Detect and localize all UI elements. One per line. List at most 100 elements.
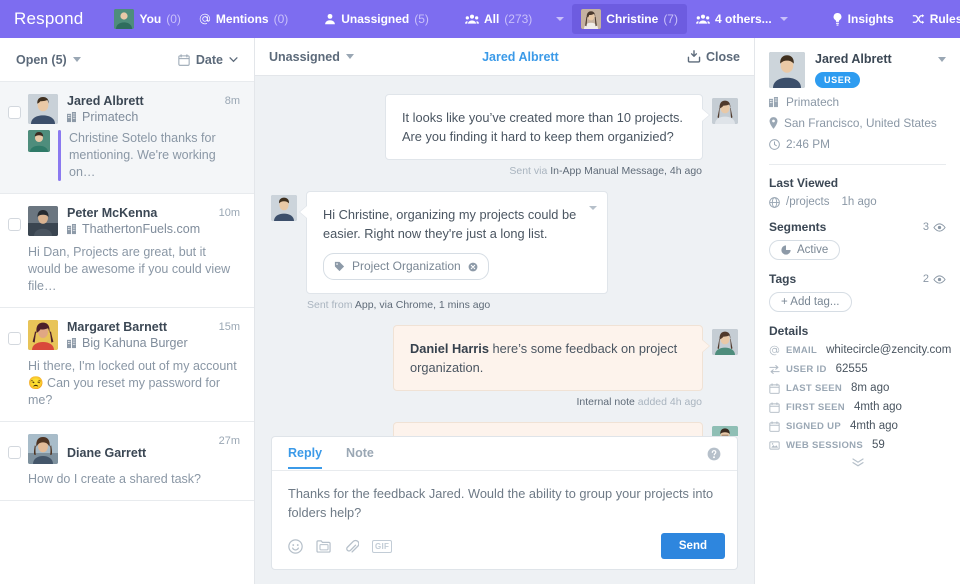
message-meta: Internal note added 4h ago	[271, 396, 738, 408]
select-checkbox[interactable]	[8, 218, 21, 231]
avatar	[28, 206, 58, 236]
detail-row-last-seen: LAST SEEN 8m ago	[769, 382, 946, 394]
contact-header: Jared Albrett USER	[769, 52, 946, 88]
chevron-down-icon[interactable]	[780, 17, 788, 21]
attachment-icon[interactable]	[345, 539, 359, 554]
nav-label: Mentions	[216, 12, 269, 26]
chevron-down-icon[interactable]	[556, 17, 564, 21]
nav-count: (5)	[414, 12, 429, 26]
detail-row-first-seen: FIRST SEEN 4mth ago	[769, 401, 946, 413]
gif-icon[interactable]: GIF	[372, 540, 392, 553]
message-text: Hi Christine, organizing my projects cou…	[323, 207, 576, 241]
select-checkbox[interactable]	[8, 332, 21, 345]
nav-count: (0)	[274, 12, 289, 26]
contact-name: Diane Garrett	[67, 446, 213, 461]
location-pin-icon	[769, 117, 778, 129]
contact-identity: Jared Albrett USER	[815, 52, 946, 88]
nav-label: You	[139, 12, 161, 26]
nav-label: All	[484, 12, 499, 26]
add-tag-button[interactable]: + Add tag...	[769, 292, 852, 312]
tags-count-group[interactable]: 2	[923, 273, 946, 285]
chevron-down-icon	[73, 57, 81, 62]
nav-item-insights[interactable]: Insights	[823, 7, 903, 31]
emoji-icon[interactable]	[288, 539, 303, 554]
list-item-names: Diane Garrett	[67, 434, 213, 461]
contact-name: Peter McKenna	[67, 206, 213, 221]
chevron-down-icon[interactable]	[938, 57, 946, 62]
app-brand: Respond	[14, 9, 83, 29]
tags-count: 2	[923, 273, 929, 285]
composer-tabs: Reply Note	[272, 437, 737, 471]
tab-note[interactable]: Note	[346, 438, 374, 469]
message-thread[interactable]: It looks like you’ve created more than 1…	[255, 76, 754, 436]
segment-pill-active[interactable]: Active	[769, 240, 840, 260]
detail-label: LAST SEEN	[786, 383, 842, 394]
calendar-icon	[769, 421, 780, 432]
list-item[interactable]: Margaret Barnett Big Kahuna Burger 15m	[0, 308, 254, 422]
nav-item-christine[interactable]: Christine (7)	[572, 4, 687, 34]
preview-text: Christine Sotelo thanks for mentioning. …	[69, 130, 240, 181]
nav-item-you[interactable]: You (0)	[105, 4, 189, 34]
status-filter-dropdown[interactable]: Open (5)	[16, 53, 81, 67]
chevron-down-icon[interactable]	[589, 206, 597, 210]
internal-note-bubble: Daniel Harris here’s some feedback on pr…	[393, 325, 703, 391]
company-icon	[67, 112, 78, 123]
preview-text: Hi there, I'm locked out of my account 😒…	[28, 358, 240, 409]
select-checkbox[interactable]	[8, 446, 21, 459]
detail-label: FIRST SEEN	[786, 402, 845, 413]
avatar	[271, 195, 297, 221]
avatar	[581, 9, 601, 29]
conversation-list[interactable]: Jared Albrett Primatech 8m	[0, 82, 254, 584]
tag-pill[interactable]: Project Organization	[323, 253, 489, 280]
note-author: Daniel Harris	[410, 341, 489, 356]
contact-company: ThathertonFuels.com	[67, 221, 213, 237]
reply-textarea[interactable]: Thanks for the feedback Jared. Would the…	[272, 471, 737, 525]
help-icon[interactable]	[707, 447, 721, 461]
detail-label: USER ID	[786, 364, 827, 375]
quote-marker	[58, 130, 61, 181]
avatar	[712, 426, 738, 436]
at-icon	[769, 345, 780, 356]
list-item-names: Jared Albrett Primatech	[67, 94, 219, 125]
segments-count-group[interactable]: 3	[923, 221, 946, 233]
meta-rest: added 4h ago	[638, 396, 702, 408]
select-checkbox[interactable]	[8, 106, 21, 119]
timestamp: 8m	[225, 94, 240, 107]
list-item[interactable]: Diane Garrett 27m How do I create a shar…	[0, 422, 254, 501]
meta-rest: In-App Manual Message, 4h ago	[550, 165, 702, 177]
eye-icon	[933, 223, 946, 232]
nav-item-all[interactable]: All (273)	[456, 7, 541, 31]
send-button[interactable]: Send	[661, 533, 725, 559]
saved-reply-icon[interactable]	[316, 539, 332, 553]
bubble-tail	[702, 340, 709, 352]
meta-rest: App, via Chrome, 1 mins ago	[355, 299, 490, 311]
detail-value: 62555	[836, 363, 868, 375]
user-type-badge: USER	[815, 72, 860, 88]
calendar-icon	[769, 383, 780, 394]
expand-details-button[interactable]	[769, 458, 946, 467]
segment-icon	[781, 245, 791, 255]
section-title: Tags	[769, 272, 796, 286]
sort-dropdown[interactable]: Date	[178, 53, 238, 67]
tab-reply[interactable]: Reply	[288, 438, 322, 469]
list-item-header: Diane Garrett 27m	[28, 434, 240, 464]
list-item[interactable]: Jared Albrett Primatech 8m	[0, 82, 254, 194]
nav-item-rules[interactable]: Rules	[903, 7, 960, 31]
meta-prefix: Sent from	[307, 299, 353, 311]
last-viewed-ago: 1h ago	[841, 196, 876, 208]
remove-tag-icon[interactable]	[468, 262, 478, 272]
conversation-title[interactable]: Jared Albrett	[354, 50, 687, 64]
app-window: Respond You (0) Mentions (0) Unassigned …	[0, 0, 960, 584]
assignee-dropdown[interactable]: Unassigned	[269, 50, 354, 64]
section-header-details: Details	[769, 324, 946, 338]
nav-item-unassigned[interactable]: Unassigned (5)	[315, 7, 438, 31]
list-item[interactable]: Peter McKenna ThathertonFuels.com 10m	[0, 194, 254, 308]
nav-item-others[interactable]: 4 others...	[687, 7, 797, 31]
at-icon	[199, 13, 211, 25]
list-item-header: Margaret Barnett Big Kahuna Burger 15m	[28, 320, 240, 351]
nav-item-mentions[interactable]: Mentions (0)	[190, 7, 297, 31]
close-conversation-button[interactable]: Close	[687, 50, 740, 64]
timestamp: 15m	[219, 320, 240, 333]
last-viewed-path[interactable]: /projects	[786, 196, 829, 208]
id-icon	[769, 364, 780, 375]
